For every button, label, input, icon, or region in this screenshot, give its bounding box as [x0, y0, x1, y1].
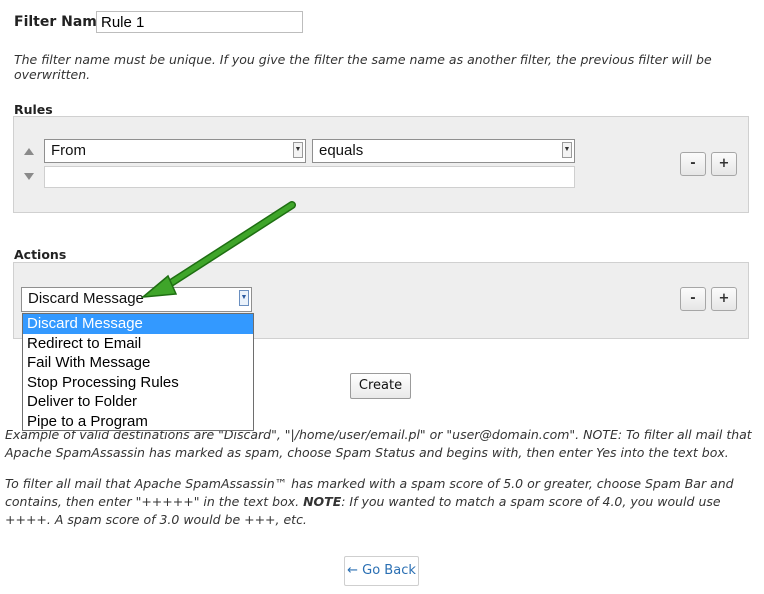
go-back-button[interactable]: ← Go Back [344, 556, 419, 586]
annotation-arrow-icon [140, 201, 296, 298]
